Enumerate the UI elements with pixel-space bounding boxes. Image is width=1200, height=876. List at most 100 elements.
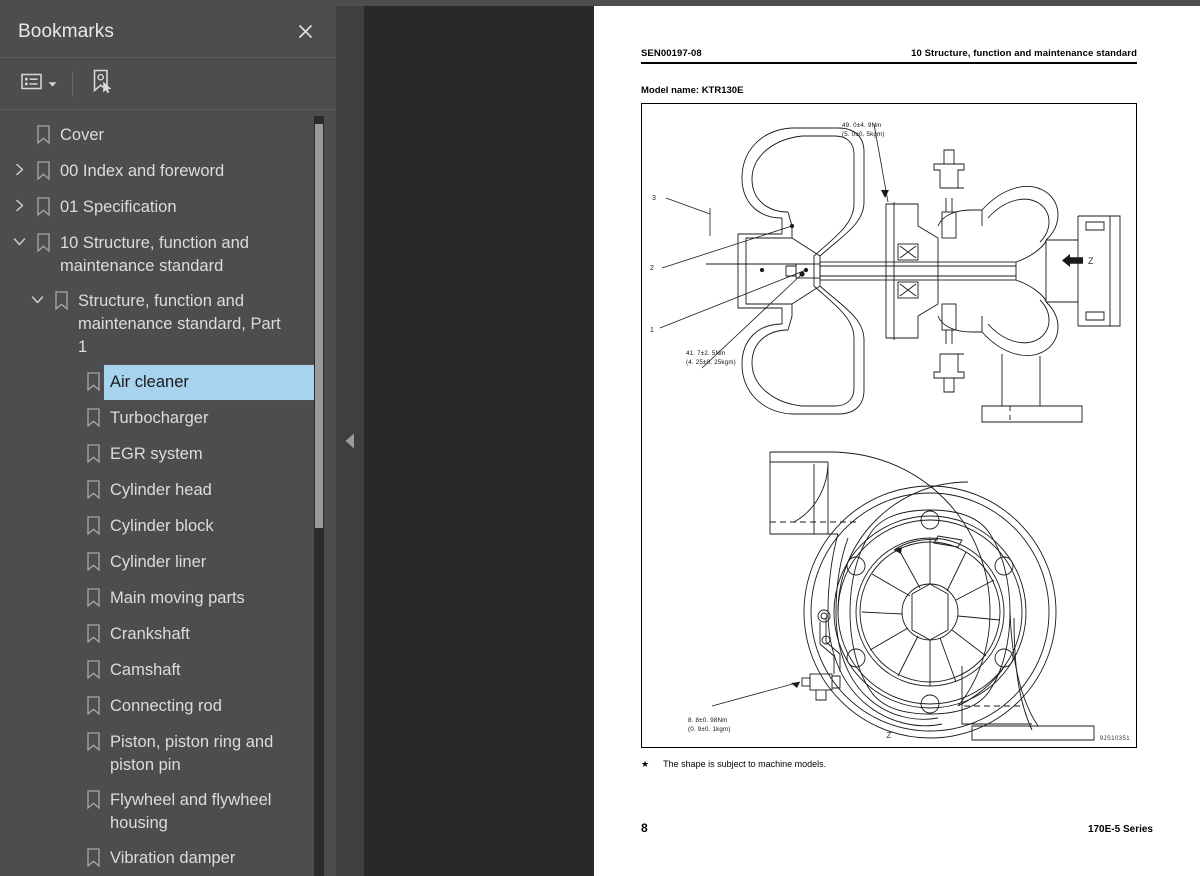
bookmark-icon: [86, 624, 100, 644]
bookmark-item-label: Air cleaner: [103, 364, 317, 401]
bookmark-item-connecting-rod[interactable]: Connecting rod: [0, 689, 336, 725]
new-bookmark-button[interactable]: [87, 65, 117, 103]
bookmark-item-label: Cylinder block: [110, 517, 214, 535]
bookmark-item-label: Cover: [60, 126, 105, 144]
bookmark-icon: [86, 444, 100, 464]
chevron-down-icon[interactable]: [31, 293, 44, 306]
new-bookmark-icon: [90, 69, 114, 99]
bookmark-item-label: Vibration damper: [110, 849, 236, 867]
close-icon[interactable]: [290, 17, 320, 47]
bookmark-icon: [86, 372, 100, 392]
bookmark-item-00-index-and-foreword[interactable]: 00 Index and foreword: [0, 154, 336, 190]
bookmarks-tree: Cover 00 Index and foreword 01 Specificati…: [0, 110, 336, 876]
bookmark-icon: [86, 588, 100, 608]
sidebar-scrollbar-track[interactable]: [314, 116, 324, 876]
bookmarks-sidebar: Bookmarks Cover 00 Index and foreword 01…: [0, 6, 336, 876]
bookmark-icon-wrap: [80, 689, 106, 716]
document-section-title: 10 Structure, function and maintenance s…: [911, 48, 1137, 59]
document-running-footer: 8 170E-5 Series: [641, 821, 1153, 835]
bookmark-item-piston-piston-ring-and-piston-pin[interactable]: Piston, piston ring and piston pin: [0, 725, 336, 783]
figure-callout-1: 1: [650, 327, 654, 334]
bookmark-item-label: EGR system: [110, 445, 203, 463]
bookmark-item-cover[interactable]: Cover: [0, 118, 336, 154]
bookmark-item-label: 10 Structure, function and maintenance s…: [60, 234, 249, 275]
star-icon: ★: [641, 759, 650, 769]
bookmark-icon-wrap: [80, 581, 106, 608]
bookmarks-panel-header: Bookmarks: [0, 6, 336, 58]
bookmark-icon-wrap: [80, 509, 106, 536]
bookmark-item-crankshaft[interactable]: Crankshaft: [0, 617, 336, 653]
bookmark-icon-wrap: [80, 401, 106, 428]
bookmark-icon-wrap: [80, 473, 106, 500]
bookmark-item-cylinder-block[interactable]: Cylinder block: [0, 509, 336, 545]
figure-drawing-code: 9JS10351: [1099, 736, 1130, 742]
bookmark-icon: [86, 660, 100, 680]
bookmark-item-air-cleaner[interactable]: Air cleaner: [0, 364, 336, 401]
bookmark-collapse-toggle[interactable]: [8, 226, 30, 248]
bookmark-icon-wrap: [30, 226, 56, 253]
chevron-right-icon[interactable]: [13, 199, 26, 212]
bookmark-item-label: Cylinder head: [110, 481, 212, 499]
chevron-down-icon: [48, 75, 57, 93]
turbocharger-cross-section-drawing: [659, 123, 1121, 423]
pdf-viewer-canvas[interactable]: SEN00197-08 10 Structure, function and m…: [364, 6, 1200, 876]
pdf-page: SEN00197-08 10 Structure, function and m…: [594, 6, 1200, 876]
view-label-z: Z: [1088, 255, 1094, 266]
bookmark-icon-wrap: [80, 783, 106, 810]
bookmark-collapse-toggle[interactable]: [26, 284, 48, 306]
bookmark-icon-wrap: [80, 841, 106, 868]
chevron-down-icon[interactable]: [13, 235, 26, 248]
bookmark-item-cylinder-liner[interactable]: Cylinder liner: [0, 545, 336, 581]
torque-annotation-3: 8. 8±0. 98Nm (0. 9±0. 1kgm): [688, 717, 731, 733]
torque-annotation-1: 49. 0±4. 9Nm (5. 0±0. 5kgm): [842, 122, 885, 138]
document-running-header: SEN00197-08 10 Structure, function and m…: [641, 48, 1137, 62]
figure-callout-3: 3: [652, 195, 656, 202]
torque-annotation-2: 41. 7±2. 5Nm (4. 25±0. 25kgm): [686, 350, 736, 366]
bookmark-icon: [36, 197, 50, 217]
bookmark-item-turbocharger[interactable]: Turbocharger: [0, 401, 336, 437]
chevron-right-icon[interactable]: [13, 163, 26, 176]
model-name-label: Model name: KTR130E: [641, 85, 744, 96]
bookmark-icon: [36, 125, 50, 145]
turbocharger-end-view-drawing: [711, 451, 1095, 741]
bookmark-item-main-moving-parts[interactable]: Main moving parts: [0, 581, 336, 617]
bookmark-icon: [86, 480, 100, 500]
bookmark-item-label: 01 Specification: [60, 198, 177, 216]
bookmark-item-label: Piston, piston ring and piston pin: [110, 733, 274, 774]
bookmark-options-button[interactable]: [18, 69, 60, 99]
bookmark-icon-wrap: [80, 545, 106, 572]
bookmark-expand-toggle[interactable]: [8, 190, 30, 212]
bookmark-item-label: Flywheel and flywheel housing: [110, 791, 272, 832]
figure-footnote: ★ The shape is subject to machine models…: [641, 759, 1137, 770]
bookmark-expand-toggle[interactable]: [8, 154, 30, 176]
bookmark-icon: [86, 732, 100, 752]
bookmark-item-label: Structure, function and maintenance stan…: [78, 292, 281, 356]
bookmarks-tree-container: Cover 00 Index and foreword 01 Specificati…: [0, 110, 336, 876]
bookmarks-toolbar: [0, 58, 336, 110]
document-number: SEN00197-08: [641, 48, 702, 59]
bookmark-icon: [86, 408, 100, 428]
bookmark-item-egr-system[interactable]: EGR system: [0, 437, 336, 473]
bookmark-item-vibration-damper[interactable]: Vibration damper: [0, 841, 336, 876]
bookmark-icon-wrap: [80, 437, 106, 464]
header-rule: [641, 62, 1137, 64]
sidebar-collapse-handle[interactable]: [336, 424, 364, 458]
bookmark-item-01-specification[interactable]: 01 Specification: [0, 190, 336, 226]
bookmark-item-cylinder-head[interactable]: Cylinder head: [0, 473, 336, 509]
bookmark-item-structure-function-and-maintenance-standard-part-1[interactable]: Structure, function and maintenance stan…: [0, 284, 336, 365]
page-number: 8: [641, 821, 648, 835]
bookmark-icon-wrap: [80, 365, 106, 392]
bookmark-item-label: Turbocharger: [110, 409, 209, 427]
arrow-left-icon: [1062, 254, 1083, 267]
bookmark-item-label: Crankshaft: [110, 625, 190, 643]
view-direction-marker-z: Z: [1062, 254, 1094, 267]
bookmark-item-10-structure-function-and-maintenance-standard[interactable]: 10 Structure, function and maintenance s…: [0, 226, 336, 284]
figure-callout-2: 2: [650, 265, 654, 272]
sidebar-scrollbar-thumb[interactable]: [315, 124, 323, 528]
bookmark-item-flywheel-and-flywheel-housing[interactable]: Flywheel and flywheel housing: [0, 783, 336, 841]
bookmark-icon-wrap: [30, 190, 56, 217]
bookmark-item-label: Cylinder liner: [110, 553, 207, 571]
bookmark-icon: [86, 696, 100, 716]
bookmark-item-camshaft[interactable]: Camshaft: [0, 653, 336, 689]
toolbar-divider: [72, 70, 73, 97]
